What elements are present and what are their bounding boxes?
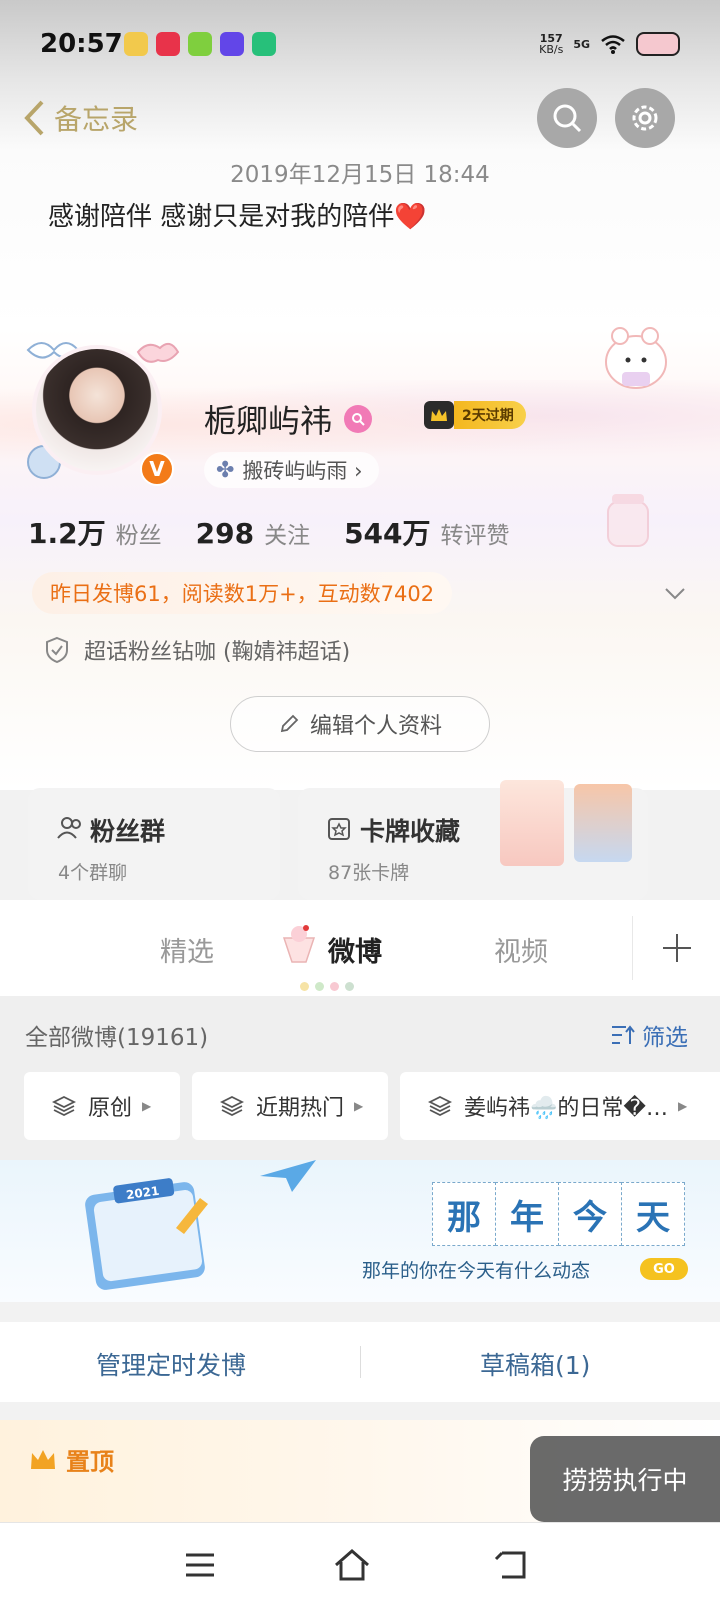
manage-row: 管理定时发博 草稿箱(1) [0,1322,720,1402]
vip-expiry: 2天过期 [454,401,526,429]
layers-icon [52,1095,76,1117]
jar-sticker-icon [607,494,649,547]
caret-right-icon: ▶ [142,1099,152,1113]
status-bar: 20:57 157 KB/s 5G [40,26,680,62]
go-button[interactable]: GO [640,1258,688,1280]
profile-stats: 1.2万 粉丝 298 关注 544万 转评赞 [28,512,544,552]
heart-emoji: ❤️ [394,202,427,232]
app-notification-icon [188,32,212,56]
system-nav-bar [0,1522,720,1608]
caret-right-icon: ▶ [354,1099,364,1113]
search-icon [553,104,582,133]
status-right: 157 KB/s 5G [539,32,680,56]
net-speed: 157 KB/s [539,32,564,56]
app-notification-icon [220,32,244,56]
battery-icon [636,32,680,56]
on-this-day-title: 那 年 今 天 [432,1182,685,1246]
back-button[interactable]: 备忘录 [22,98,138,138]
memo-text: 感谢陪伴 感谢只是对我的陪伴❤️ [48,202,427,232]
back-nav-icon[interactable] [492,1545,532,1585]
gear-icon [632,105,658,131]
xiaohongshu-notification-icon [156,32,180,56]
status-time: 20:57 [40,29,123,59]
home-icon[interactable] [332,1545,372,1585]
card-collection-sub: 87张卡牌 [328,862,410,884]
wifi-icon [601,35,625,54]
stat-fans[interactable]: 1.2万 粉丝 [28,512,162,552]
female-icon [344,405,373,433]
crown-icon [31,1449,55,1469]
caret-right-icon: ▶ [677,1099,688,1113]
signal-5g-icon: 5G [573,37,590,51]
paper-plane-icon [260,1160,316,1192]
bunny-sticker-icon [605,327,667,389]
layers-icon [220,1095,244,1117]
tab-indicator-dots [300,982,354,991]
layers-icon [428,1095,452,1117]
supertopic-badge[interactable]: 超话粉丝钻咖 (鞠婧祎超话) [44,634,350,666]
group-tag[interactable]: ✤ 搬砖屿屿雨 › [204,452,379,488]
ice-cream-cup-icon [282,925,316,963]
tab-video[interactable]: 视频 [494,930,548,969]
edit-profile-button[interactable]: 编辑个人资料 [230,696,490,752]
stat-following[interactable]: 298 关注 [196,516,310,550]
verified-badge-icon: V [140,452,174,486]
chevron-left-icon [24,100,44,136]
clover-icon: ✤ [216,457,235,483]
notification-icons [124,32,276,56]
manage-scheduled-button[interactable]: 管理定时发博 [96,1346,246,1382]
tab-weibo[interactable]: 微博 [328,930,382,969]
chip-daily-topic[interactable]: 姜屿祎🌧️的日常�… ▶ [400,1072,720,1140]
stat-interactions[interactable]: 544万 转评赞 [344,512,509,552]
settings-button[interactable] [615,88,675,148]
card-collection-card[interactable]: 卡牌收藏 87张卡牌 [298,780,648,900]
group-icon [57,817,81,839]
pinned-label: 置顶 [28,1442,114,1477]
plus-icon [662,934,691,962]
divider [360,1346,361,1378]
card-thumbnail [500,780,564,866]
memo-date: 2019年12月15日 18:44 [230,162,490,188]
add-tab-button[interactable] [632,916,720,980]
card-star-icon [328,818,350,840]
back-label: 备忘录 [54,103,139,136]
chip-recent-hot[interactable]: 近期热门 ▶ [192,1072,388,1140]
filter-icon [612,1025,635,1044]
vip-badge[interactable]: 2天过期 [424,400,526,430]
fans-group-sub: 4个群聊 [58,862,128,884]
chip-original[interactable]: 原创 ▶ [24,1072,180,1140]
calendar-icon: 2021 [85,1178,208,1290]
fans-group-title: 粉丝群 [90,817,166,846]
menu-icon[interactable] [180,1545,220,1585]
card-collection-title: 卡牌收藏 [360,817,461,846]
drafts-button[interactable]: 草稿箱(1) [480,1346,590,1382]
profile-name: 栀卿屿祎 [204,396,373,442]
profile-tabs: 精选 微博 视频 [0,900,720,996]
avatar[interactable] [32,345,162,475]
video-app-notification-icon [252,32,276,56]
crown-icon [424,401,454,429]
fans-group-card[interactable]: 粉丝群 4个群聊 [28,788,280,900]
on-this-day-subtitle: 那年的你在今天有什么动态 [362,1260,591,1282]
search-button[interactable] [537,88,597,148]
shield-icon [46,636,68,664]
card-thumbnail [574,784,632,862]
pencil-icon [280,714,299,733]
tab-featured[interactable]: 精选 [160,930,214,969]
filter-button[interactable]: 筛选 [610,1018,688,1052]
floating-task-toast[interactable]: 捞捞执行中 [530,1436,720,1522]
daily-summary[interactable]: 昨日发博61，阅读数1万+，互动数7402 [32,572,453,614]
all-weibo-count: 全部微博(19161) [25,1025,209,1051]
chevron-down-icon[interactable] [662,580,688,606]
weibo-notification-icon [124,32,148,56]
